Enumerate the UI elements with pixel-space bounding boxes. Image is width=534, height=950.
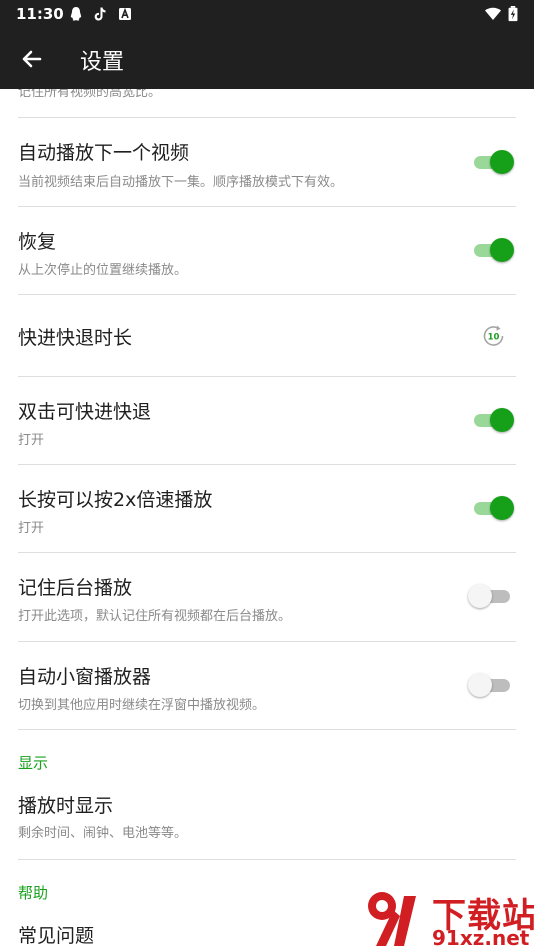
watermark-logo-icon (368, 892, 416, 946)
status-time: 11:30 (16, 5, 64, 23)
autoplay-next-toggle[interactable] (474, 149, 514, 175)
toggle-knob (468, 584, 492, 608)
setting-title: 播放时显示 (18, 795, 114, 817)
section-header-display: 显示 (18, 754, 49, 772)
setting-title: 自动小窗播放器 (18, 666, 152, 688)
setting-long-press-speed[interactable]: 长按可以按2x倍速播放 打开 (0, 465, 534, 553)
seek-duration-value: 10 (488, 333, 500, 343)
setting-title: 记住后台播放 (18, 577, 133, 599)
setting-subtitle: 剩余时间、闹钟、电池等等。 (18, 826, 188, 841)
setting-subtitle: 从上次停止的位置继续播放。 (18, 263, 188, 278)
toggle-knob (490, 496, 514, 520)
partial-setting-subtitle: 记住所有视频的高宽比。 (18, 89, 162, 100)
app-bar: 设置 (0, 28, 534, 89)
setting-autoplay-next[interactable]: 自动播放下一个视频 当前视频结束后自动播放下一集。顺序播放模式下有效。 (0, 118, 534, 206)
setting-subtitle: 打开 (18, 521, 45, 536)
setting-title: 常见问题 (18, 925, 95, 947)
setting-subtitle: 打开此选项，默认记住所有视频都在后台播放。 (18, 609, 292, 624)
setting-subtitle: 打开 (18, 433, 45, 448)
watermark-site: 91xz.net (432, 926, 530, 950)
setting-resume[interactable]: 恢复 从上次停止的位置继续播放。 (0, 207, 534, 295)
background-play-toggle[interactable] (468, 583, 514, 609)
wifi-icon (485, 7, 501, 20)
setting-title: 自动播放下一个视频 (18, 142, 190, 164)
setting-auto-pip[interactable]: 自动小窗播放器 切换到其他应用时继续在浮窗中播放视频。 (0, 642, 534, 730)
double-tap-seek-toggle[interactable] (474, 407, 514, 433)
settings-list[interactable]: 记住所有视频的高宽比。 自动播放下一个视频 当前视频结束后自动播放下一集。顺序播… (0, 89, 534, 950)
toggle-knob (490, 408, 514, 432)
toggle-knob (490, 238, 514, 262)
resume-toggle[interactable] (474, 237, 514, 263)
status-bar: 11:30 (0, 0, 534, 28)
battery-charging-icon (508, 6, 518, 22)
seek-forward-icon: 10 (483, 325, 504, 346)
setting-title: 长按可以按2x倍速播放 (18, 489, 213, 511)
setting-subtitle: 当前视频结束后自动播放下一集。顺序播放模式下有效。 (18, 175, 344, 190)
divider (18, 859, 516, 860)
auto-pip-toggle[interactable] (468, 672, 514, 698)
section-header-help: 帮助 (18, 884, 49, 902)
setting-subtitle: 切换到其他应用时继续在浮窗中播放视频。 (18, 698, 266, 713)
setting-title: 双击可快进快退 (18, 401, 152, 423)
setting-title: 恢复 (18, 231, 57, 253)
long-press-speed-toggle[interactable] (474, 495, 514, 521)
back-arrow-icon[interactable] (18, 45, 46, 73)
watermark: 下载站 91xz.net (362, 888, 534, 950)
qq-notification-icon (70, 7, 82, 21)
app-notification-icon (119, 7, 131, 20)
setting-double-tap-seek[interactable]: 双击可快进快退 打开 (0, 377, 534, 465)
tiktok-notification-icon (94, 7, 106, 21)
divider (18, 729, 516, 730)
setting-title: 快进快退时长 (18, 327, 133, 349)
page-title: 设置 (80, 50, 125, 75)
toggle-knob (468, 673, 492, 697)
setting-background-play[interactable]: 记住后台播放 打开此选项，默认记住所有视频都在后台播放。 (0, 553, 534, 641)
setting-show-while-playing[interactable]: 播放时显示 剩余时间、闹钟、电池等等。 (0, 777, 534, 859)
toggle-knob (490, 150, 514, 174)
setting-seek-duration[interactable]: 快进快退时长 10 (0, 295, 534, 376)
